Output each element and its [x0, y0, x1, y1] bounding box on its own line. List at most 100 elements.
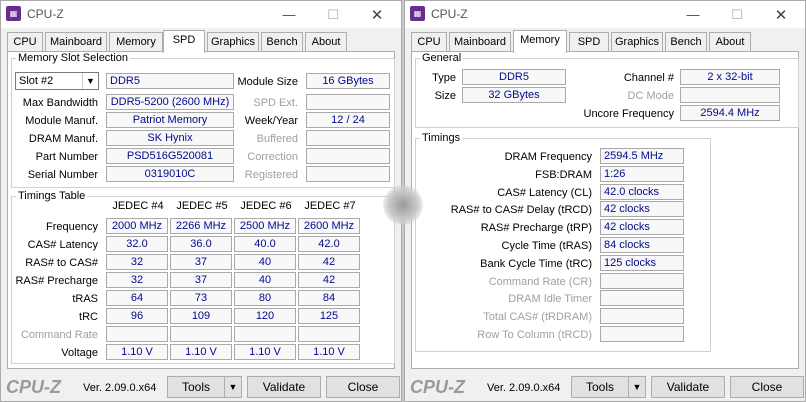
timing-cell: [234, 326, 296, 342]
tab-graphics[interactable]: Graphics: [611, 32, 663, 52]
tools-button[interactable]: Tools: [167, 376, 225, 398]
close-button[interactable]: Close: [730, 376, 804, 398]
timing-value: 42 clocks: [600, 201, 684, 218]
week-year-label: Week/Year: [244, 115, 298, 127]
timing-value: 1:26: [600, 165, 684, 182]
title-bar[interactable]: ▦ CPU-Z — ☐ ✕: [405, 1, 805, 28]
buffered-value: [306, 130, 390, 146]
version-text: Ver. 2.09.0.x64: [487, 382, 561, 394]
correction-value: [306, 148, 390, 164]
footer-bar: CPU-Z Ver. 2.09.0.x64 Tools ▼ Validate C…: [405, 373, 805, 401]
cpuz-app-icon: ▦: [6, 6, 21, 21]
spd-ext-label: SPD Ext.: [253, 97, 298, 109]
size-label: Size: [434, 90, 456, 102]
uncore-frequency-label: Uncore Frequency: [583, 108, 675, 120]
overlay-circle-decoration: [383, 185, 423, 225]
tab-bar: CPU Mainboard Memory SPD Graphics Bench …: [7, 30, 395, 53]
module-manuf-value: Patriot Memory: [106, 112, 234, 128]
timing-cell: 32: [106, 272, 168, 288]
footer-bar: CPU-Z Ver. 2.09.0.x64 Tools ▼ Validate C…: [1, 373, 401, 401]
buffered-label: Buffered: [256, 133, 298, 145]
timing-label: Cycle Time (tRAS): [501, 240, 592, 252]
title-bar[interactable]: ▦ CPU-Z — ☐ ✕: [1, 1, 401, 28]
timing-label: DRAM Idle Timer: [508, 293, 592, 306]
timing-label: FSB:DRAM: [535, 168, 592, 181]
tab-memory[interactable]: Memory: [109, 32, 163, 52]
timing-value: 125 clocks: [600, 254, 684, 271]
memory-panel: General Type DDR5 Channel # 2 x 32-bit S…: [411, 51, 799, 369]
tab-graphics[interactable]: Graphics: [207, 32, 259, 52]
window-title: CPU-Z: [431, 7, 468, 21]
timing-cell: 80: [234, 290, 296, 306]
timing-cell: 1.10 V: [298, 344, 360, 360]
channel-value: 2 x 32-bit: [680, 69, 780, 85]
timing-cell: 37: [170, 272, 232, 288]
module-manuf-label: Module Manuf.: [25, 115, 98, 127]
timing-cell: 125: [298, 308, 360, 324]
maximize-icon[interactable]: ☐: [311, 1, 355, 28]
tab-bench[interactable]: Bench: [261, 32, 303, 52]
close-button[interactable]: Close: [326, 376, 400, 398]
timing-label: Row To Column (tRCD): [477, 329, 592, 341]
part-number-value: PSD516G520081: [106, 148, 234, 164]
timing-row-label: Voltage: [61, 347, 98, 359]
close-icon[interactable]: ✕: [759, 1, 803, 28]
timing-value: 2594.5 MHz: [600, 148, 684, 164]
validate-button[interactable]: Validate: [247, 376, 321, 398]
max-bandwidth-label: Max Bandwidth: [22, 97, 98, 109]
timing-row-label: CAS# Latency: [27, 239, 98, 251]
validate-button[interactable]: Validate: [651, 376, 725, 398]
tab-mainboard[interactable]: Mainboard: [45, 32, 107, 52]
minimize-icon[interactable]: —: [671, 1, 715, 28]
week-year-value: 12 / 24: [306, 112, 390, 128]
timing-row-label: tRAS: [72, 293, 98, 305]
timing-cell: 2600 MHz: [298, 218, 360, 234]
timings-header: JEDEC #6: [240, 200, 292, 212]
tab-memory[interactable]: Memory: [513, 30, 567, 53]
timings-header: JEDEC #4: [112, 200, 164, 212]
tab-mainboard[interactable]: Mainboard: [449, 32, 511, 52]
timing-label: RAS# to CAS# Delay (tRCD): [450, 204, 592, 217]
slot-select[interactable]: Slot #2 ▼: [15, 72, 99, 90]
slot-select-value: Slot #2: [19, 75, 54, 87]
correction-label: Correction: [247, 151, 298, 163]
close-icon[interactable]: ✕: [355, 1, 399, 28]
timing-cell: 40.0: [234, 236, 296, 252]
timing-cell: 73: [170, 290, 232, 306]
timing-label: Total CAS# (tRDRAM): [483, 311, 592, 324]
window-title: CPU-Z: [27, 7, 64, 21]
chevron-down-icon[interactable]: ▼: [82, 73, 98, 89]
spd-ext-value: [306, 94, 390, 110]
tab-spd[interactable]: SPD: [163, 30, 205, 53]
timing-cell: 96: [106, 308, 168, 324]
timing-cell: 36.0: [170, 236, 232, 252]
timing-cell: 84: [298, 290, 360, 306]
timing-cell: 2000 MHz: [106, 218, 168, 234]
timing-cell: 2266 MHz: [170, 218, 232, 234]
tab-spd[interactable]: SPD: [569, 32, 609, 52]
tools-dropdown-icon[interactable]: ▼: [224, 376, 242, 398]
timing-row-label: RAS# Precharge: [15, 275, 98, 287]
slot-type-value: DDR5: [106, 73, 234, 89]
timing-value: 42.0 clocks: [600, 183, 684, 200]
tab-cpu[interactable]: CPU: [411, 32, 447, 52]
dram-manuf-label: DRAM Manuf.: [28, 133, 98, 145]
maximize-icon[interactable]: ☐: [715, 1, 759, 28]
minimize-icon[interactable]: —: [267, 1, 311, 28]
version-text: Ver. 2.09.0.x64: [83, 382, 157, 394]
tab-about[interactable]: About: [709, 32, 751, 52]
tab-about[interactable]: About: [305, 32, 347, 52]
timing-row-label: tRC: [79, 311, 98, 323]
serial-number-value: 0319010C: [106, 166, 234, 182]
tab-cpu[interactable]: CPU: [7, 32, 43, 52]
timing-cell: 32.0: [106, 236, 168, 252]
timing-value: [600, 272, 684, 289]
timing-value: 84 clocks: [600, 237, 684, 253]
tab-bench[interactable]: Bench: [665, 32, 707, 52]
registered-label: Registered: [244, 169, 298, 181]
part-number-label: Part Number: [35, 151, 98, 163]
timing-cell: 40: [234, 254, 296, 270]
max-bandwidth-value: DDR5-5200 (2600 MHz): [106, 94, 234, 110]
tools-dropdown-icon[interactable]: ▼: [628, 376, 646, 398]
tools-button[interactable]: Tools: [571, 376, 629, 398]
